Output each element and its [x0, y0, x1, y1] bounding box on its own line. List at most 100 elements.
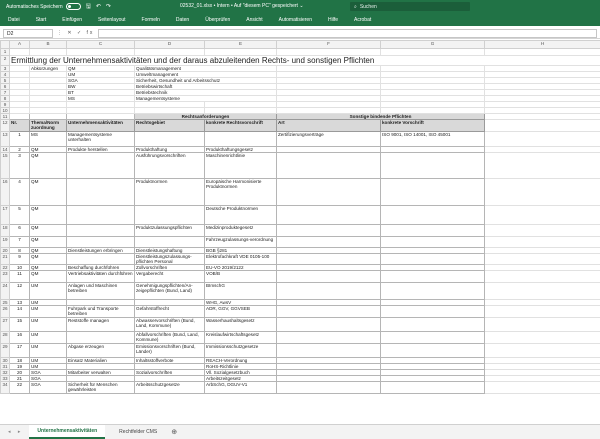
sheet-title[interactable]: Ermittlung der Unternehmensaktivitäten u…	[9, 55, 600, 66]
cell-rechtsvorschrift[interactable]: BImschG	[204, 282, 277, 300]
save-icon[interactable]: 🖫	[86, 2, 91, 12]
cell-vorschrift[interactable]	[380, 205, 485, 225]
column-header[interactable]: F	[276, 40, 381, 49]
cell-art[interactable]	[276, 270, 381, 283]
cell-activity[interactable]: Abgase erzeugen	[66, 343, 135, 358]
cell-vorschrift[interactable]: ISO 9001, ISO 14001, ISO 45001	[380, 131, 485, 147]
cell-nr[interactable]: 3	[9, 152, 30, 179]
cell-art[interactable]	[276, 253, 381, 265]
row-header[interactable]: 17	[0, 205, 10, 225]
column-header[interactable]: G	[380, 40, 485, 49]
cell-thema[interactable]: QM	[29, 224, 67, 237]
column-header[interactable]: C	[66, 40, 135, 49]
search-box[interactable]: ⌕ Suchen	[350, 2, 470, 11]
row-header[interactable]: 16	[0, 178, 10, 206]
cell-activity[interactable]	[66, 205, 135, 225]
cell-grid[interactable]: ABCDEFGH 1 2 Ermittlung der Unternehmensak…	[0, 40, 600, 394]
cell-thema[interactable]: UM	[29, 317, 67, 332]
ribbon-tab[interactable]: Hilfe	[328, 17, 338, 23]
cell-vorschrift[interactable]	[380, 253, 485, 265]
header-rechtsgebiet[interactable]: Rechtsgebiet	[134, 119, 205, 132]
cell[interactable]	[484, 282, 600, 300]
row-header[interactable]: 27	[0, 317, 10, 332]
row-header[interactable]: 12	[0, 119, 10, 132]
cell-nr[interactable]: 6	[9, 224, 30, 237]
document-title[interactable]: 02532_01.xlsx • Intern • Auf "diesem PC"…	[180, 3, 304, 9]
cell-activity[interactable]: Managementsysteme unterhalten	[66, 131, 135, 147]
cell-vorschrift[interactable]	[380, 305, 485, 318]
column-header[interactable]: E	[204, 40, 277, 49]
cell-art[interactable]	[276, 343, 381, 358]
cell-activity[interactable]	[66, 178, 135, 206]
ribbon-tab[interactable]: Acrobat	[354, 17, 371, 23]
cell-nr[interactable]: 4	[9, 178, 30, 206]
cell-activity[interactable]	[66, 331, 135, 344]
cell-activity[interactable]: Vertriebsaktivitäten durchführen	[66, 270, 135, 283]
cell-rechtsgebiet[interactable]	[134, 205, 205, 225]
cell-rechtsgebiet[interactable]: Arbeitsschutzgesetze	[134, 381, 205, 394]
autosave-toggle[interactable]	[65, 3, 81, 10]
sheet-tab-rechtfelder[interactable]: Rechtfelder CMS	[111, 425, 165, 439]
cell-activity[interactable]: Fuhrpark und Transporte betreiben	[66, 305, 135, 318]
cell[interactable]	[484, 317, 600, 332]
cell-rechtsvorschrift[interactable]: Fahrzeugzulassungs-verordnung	[204, 236, 277, 248]
cell-rechtsgebiet[interactable]: Produktnormen	[134, 178, 205, 206]
ribbon-tab[interactable]: Datei	[8, 17, 20, 23]
cell-rechtsgebiet[interactable]: Ausführungsvorschriften	[134, 152, 205, 179]
row-header[interactable]: 28	[0, 331, 10, 344]
cell-thema[interactable]: QM	[29, 253, 67, 265]
cell-rechtsvorschrift[interactable]: Immissionsschutzgesetze	[204, 343, 277, 358]
cell-activity[interactable]	[66, 224, 135, 237]
cell[interactable]	[484, 236, 600, 248]
cell-thema[interactable]: QM	[29, 236, 67, 248]
cell[interactable]	[484, 178, 600, 206]
cell[interactable]	[29, 48, 67, 56]
cell-rechtsgebiet[interactable]: Abfallvorschriften (Bund, Land, Kommune)	[134, 331, 205, 344]
cell-art[interactable]	[276, 282, 381, 300]
header-art[interactable]: Art	[276, 119, 381, 132]
cell-nr[interactable]: 1	[9, 131, 30, 147]
cell-rechtsgebiet[interactable]: Dienstleistungszulassungs-pflichten Pers…	[134, 253, 205, 265]
ribbon-tab[interactable]: Daten	[176, 17, 189, 23]
cell-activity[interactable]	[66, 236, 135, 248]
row-header[interactable]: 29	[0, 343, 10, 358]
cell-activity[interactable]: Sicherheit für Menschen gewährleisten	[66, 381, 135, 394]
cell-vorschrift[interactable]	[380, 270, 485, 283]
cell-vorschrift[interactable]	[380, 317, 485, 332]
cell[interactable]	[484, 224, 600, 237]
row-header[interactable]: 15	[0, 152, 10, 179]
cell-vorschrift[interactable]	[380, 236, 485, 248]
cell[interactable]	[66, 48, 135, 56]
cell-rechtsgebiet[interactable]: Produktzulassungspflichten	[134, 224, 205, 237]
cell-rechtsgebiet[interactable]: Gefahrstoffrecht	[134, 305, 205, 318]
cell-rechtsvorschrift[interactable]: Kreislaufwirtschaftsgesetz	[204, 331, 277, 344]
cell[interactable]	[9, 48, 30, 56]
cell-vorschrift[interactable]	[380, 343, 485, 358]
cell-art[interactable]	[276, 331, 381, 344]
ribbon-tab[interactable]: Seitenlayout	[98, 17, 126, 23]
cell-rechtsgebiet[interactable]: Emissionsvorschriften (Bund, Länder)	[134, 343, 205, 358]
cell-rechtsvorschrift[interactable]: Wasserhaushaltsgesetz	[204, 317, 277, 332]
cell-art[interactable]	[276, 317, 381, 332]
cell-nr[interactable]: 9	[9, 253, 30, 265]
row-header[interactable]: 26	[0, 305, 10, 318]
cell[interactable]	[134, 48, 205, 56]
cell[interactable]	[484, 48, 600, 56]
cell-rechtsvorschrift[interactable]: Elektrofachkraft VDE 0105-100	[204, 253, 277, 265]
cell-vorschrift[interactable]	[380, 178, 485, 206]
cell[interactable]	[484, 152, 600, 179]
cell[interactable]	[484, 253, 600, 265]
header-activity[interactable]: Unternehmensaktivitäten	[66, 119, 135, 132]
row-header[interactable]: 1	[0, 48, 10, 56]
cell-nr[interactable]: 16	[9, 331, 30, 344]
redo-icon[interactable]: ↷	[106, 3, 111, 10]
cell-thema[interactable]: UM	[29, 331, 67, 344]
cell-nr[interactable]: 5	[9, 205, 30, 225]
cell-nr[interactable]: 12	[9, 282, 30, 300]
cell[interactable]	[484, 331, 600, 344]
worksheet[interactable]: ABCDEFGH 1 2 Ermittlung der Unternehmensak…	[0, 40, 600, 424]
sheet-tab-unternehmensaktivitaeten[interactable]: Unternehmensaktivitäten	[29, 425, 106, 439]
ribbon-tab[interactable]: Formeln	[142, 17, 160, 23]
cell-rechtsgebiet[interactable]: Vergaberecht	[134, 270, 205, 283]
cell[interactable]	[380, 48, 485, 56]
